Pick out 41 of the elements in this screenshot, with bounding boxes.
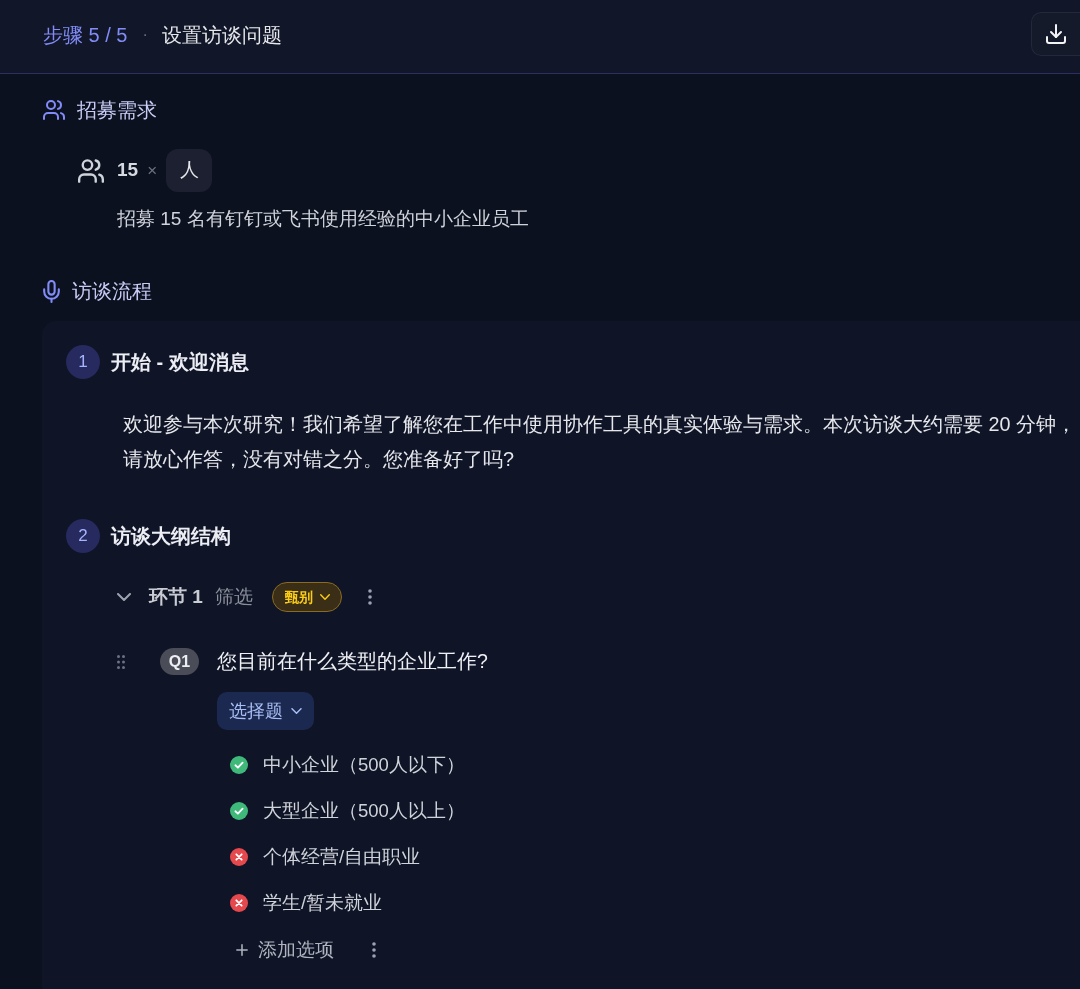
more-icon[interactable] — [372, 942, 376, 958]
cross-circle-icon[interactable] — [230, 848, 248, 866]
multiply-sign: × — [147, 159, 158, 182]
caret-icon — [291, 708, 302, 714]
caret-icon — [319, 594, 330, 600]
more-icon[interactable] — [367, 589, 372, 605]
section-heading: 访谈流程 — [72, 279, 152, 304]
option-text: 个体经营/自由职业 — [263, 845, 421, 870]
cross-circle-icon[interactable] — [230, 894, 248, 912]
option-text: 中小企业（500人以下） — [263, 753, 465, 778]
chevron-down-icon[interactable] — [117, 593, 131, 601]
question-number: Q1 — [160, 648, 199, 675]
step-title: 开始 - 欢迎消息 — [111, 350, 249, 375]
unit-selector[interactable]: 人 — [166, 149, 213, 192]
check-circle-icon[interactable] — [230, 756, 248, 774]
question-type-dropdown[interactable]: 选择题 — [217, 692, 314, 730]
step-indicator: 步骤 5 / 5 — [43, 22, 128, 48]
page-title: 设置访谈问题 — [161, 22, 282, 48]
section-label: 环节 1 — [149, 584, 203, 609]
drag-handle-icon[interactable] — [117, 654, 125, 669]
section-name: 筛选 — [214, 584, 253, 609]
welcome-message: 欢迎参与本次研究！我们希望了解您在工作中使用协作工具的真实体验与需求。本次访谈大约需要 20 分钟，请放心作答，没有对错之分。您准备好了吗? — [123, 412, 1077, 472]
tag-dropdown[interactable]: 甄别 — [271, 582, 342, 612]
question-text: 您目前在什么类型的企业工作? — [217, 648, 488, 674]
participant-count: 15 — [117, 158, 139, 183]
add-option-button[interactable]: 添加选项 — [236, 936, 334, 964]
check-circle-icon[interactable] — [230, 802, 248, 820]
download-button[interactable] — [1031, 12, 1080, 56]
microphone-icon — [43, 279, 60, 303]
option-text: 学生/暂未就业 — [263, 891, 383, 916]
recruitment-description: 招募 15 名有钉钉或飞书使用经验的中小企业员工 — [117, 207, 530, 231]
download-icon — [1046, 24, 1066, 44]
step-title: 访谈大纲结构 — [111, 524, 231, 549]
step-number: 2 — [66, 519, 100, 553]
users-icon — [43, 100, 65, 120]
option-text: 大型企业（500人以上） — [263, 799, 465, 824]
people-icon — [78, 158, 104, 183]
plus-icon — [236, 944, 248, 956]
separator-dot: · — [142, 24, 148, 45]
section-heading: 招募需求 — [77, 98, 157, 123]
step-number: 1 — [66, 345, 100, 379]
